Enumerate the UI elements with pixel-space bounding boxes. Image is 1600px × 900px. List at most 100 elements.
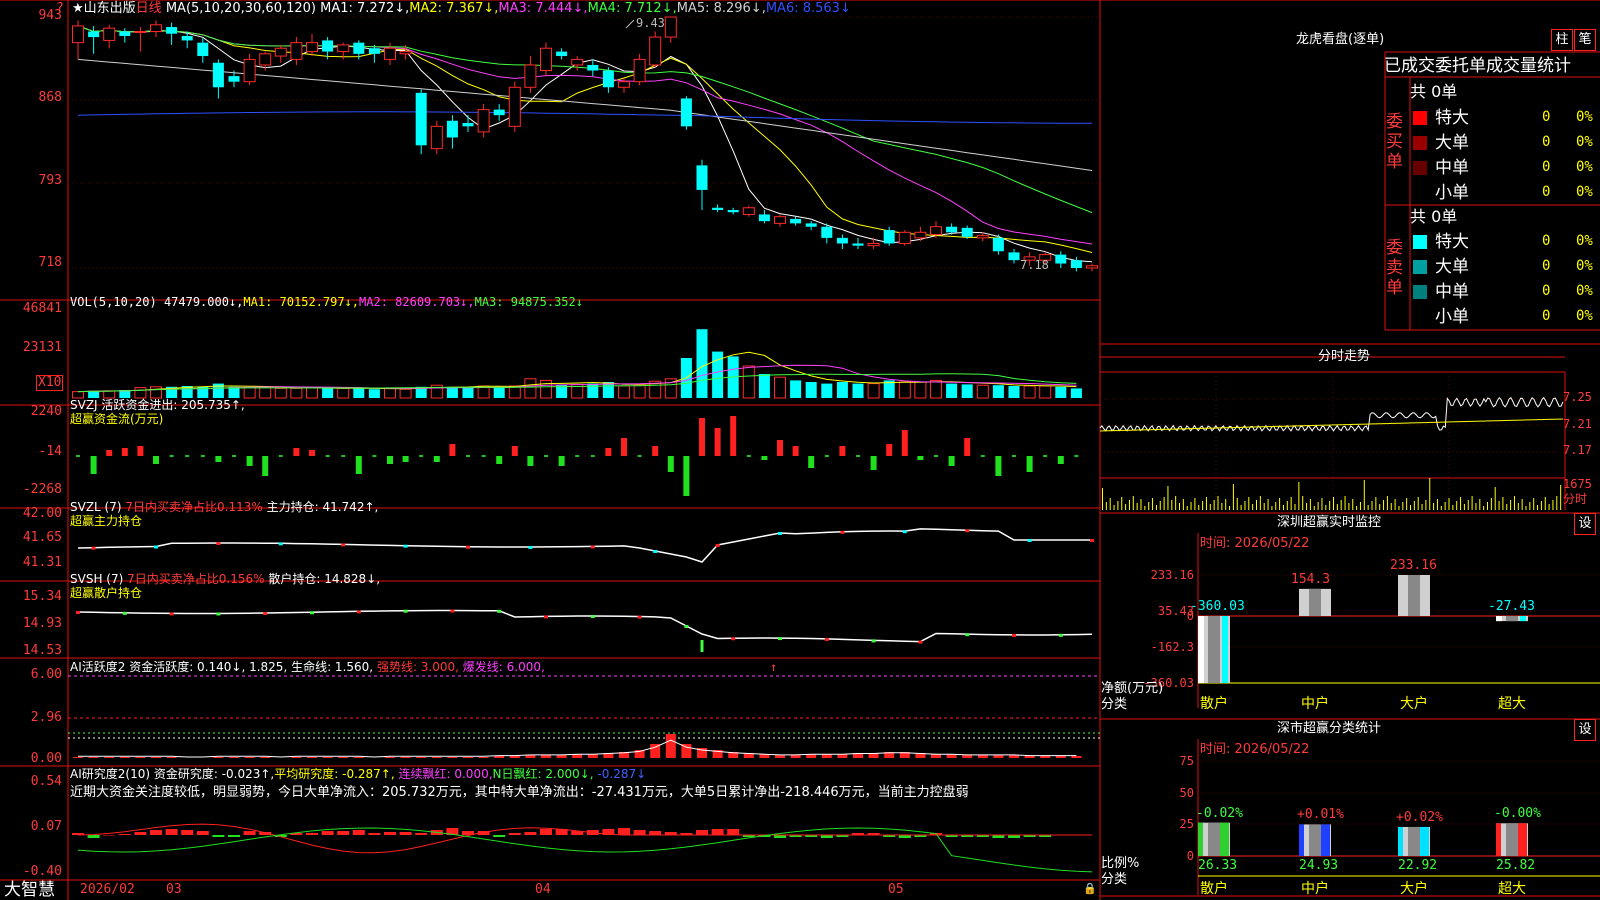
order-color-swatch — [1413, 260, 1427, 274]
order-size-label: 大单 — [1435, 133, 1469, 153]
order-size-label: 中单 — [1435, 282, 1469, 302]
flow-bar — [558, 456, 565, 466]
classify-settings-button[interactable]: 设 — [1574, 719, 1596, 741]
svsh-marker — [1012, 633, 1016, 637]
flow-bar — [527, 456, 534, 466]
volume-bar — [758, 374, 770, 398]
active-bar — [447, 757, 458, 758]
active-curve — [78, 739, 1077, 758]
svsh-marker — [122, 611, 127, 615]
active-bar — [400, 757, 411, 758]
candle-body — [556, 51, 568, 57]
intraday-volume-bar — [1548, 504, 1550, 510]
vol-unit-label: X10 — [36, 375, 64, 391]
svsh-subtitle: 超赢散户持仓 — [70, 586, 143, 600]
intraday-vol-unit: 分时 — [1563, 492, 1588, 506]
ai-research-axis-label: 0.54 — [30, 774, 62, 789]
intraday-volume-bar — [1417, 497, 1419, 510]
period-label[interactable]: 日线 — [136, 1, 162, 16]
order-count: 0 — [1542, 134, 1551, 150]
candle-body — [1086, 265, 1098, 269]
candle-body — [477, 109, 490, 133]
candle-body — [742, 207, 755, 215]
flow-bar — [901, 430, 908, 456]
chart-canvas[interactable] — [0, 0, 1600, 900]
candle-body — [1055, 254, 1067, 264]
research-bar — [118, 834, 131, 835]
intraday-volume-bar — [1467, 500, 1469, 510]
ma-value: MA2: 7.367↓, — [409, 1, 499, 16]
intraday-volume-bar — [1182, 499, 1184, 510]
intraday-volume-bar — [1194, 498, 1196, 510]
svsh-marker — [871, 639, 876, 643]
monitor-value-label: 233.16 — [1390, 558, 1437, 573]
research-bar — [399, 832, 412, 835]
flow-bar — [886, 444, 893, 456]
intraday-volume-bar — [1375, 497, 1377, 510]
intraday-volume-bar — [1244, 501, 1246, 510]
monitor-settings-button[interactable]: 设 — [1574, 513, 1596, 535]
research-bar — [649, 831, 662, 835]
classify-unit-label: 比例% — [1101, 856, 1140, 871]
order-count: 0 — [1542, 159, 1551, 175]
active-bar — [213, 757, 224, 758]
candle-body — [930, 226, 942, 236]
svzl-marker — [653, 550, 658, 553]
intraday-volume-bar — [1205, 497, 1207, 510]
volume-bar — [774, 376, 786, 399]
active-bar — [1024, 756, 1035, 758]
research-bar — [212, 835, 225, 837]
volume-bar — [852, 383, 864, 398]
order-percent: 0% — [1576, 109, 1593, 125]
high-price-label: 9.43 — [636, 16, 665, 30]
intraday-volume-bar — [1540, 501, 1542, 510]
order-count: 0 — [1542, 308, 1551, 324]
research-bar — [306, 833, 318, 835]
intraday-price-line — [1099, 396, 1564, 432]
intraday-volume-bar — [1152, 498, 1154, 510]
research-bar — [508, 833, 521, 835]
intraday-volume-bar — [1498, 501, 1500, 510]
volume-bar — [384, 387, 396, 399]
dragon-tabs[interactable]: 已成交委托单成交量统计 — [1384, 56, 1571, 76]
candle-body — [119, 31, 131, 36]
lock-icon[interactable]: 🔒 — [1083, 882, 1097, 896]
svzl-line — [77, 528, 1092, 563]
classify-bar-color — [1198, 822, 1203, 856]
price-axis-label: 793 — [38, 173, 62, 188]
flow-bar — [293, 448, 300, 456]
intraday-volume-bar — [1471, 496, 1473, 510]
intraday-volume-bar — [1344, 496, 1346, 510]
volume-bar — [540, 379, 552, 399]
volume-bar — [462, 386, 474, 398]
monitor-cat-label: 分类 — [1101, 697, 1128, 712]
intraday-title: 分时走势 — [1318, 349, 1371, 364]
svzl-marker — [528, 545, 533, 549]
active-bar — [977, 755, 988, 758]
stock-name[interactable]: 山东出版 — [84, 1, 136, 16]
flow-bar — [76, 455, 80, 457]
intraday-volume-bar — [1506, 504, 1508, 510]
bar-view-button[interactable]: 柱 — [1551, 29, 1573, 51]
flow-bar — [466, 455, 470, 457]
tick-view-button[interactable]: 笔 — [1574, 29, 1596, 51]
svzl-axis-label: 41.31 — [22, 555, 62, 570]
price-axis-label: 718 — [38, 255, 62, 270]
flow-bar — [1074, 455, 1079, 457]
flow-bar — [964, 438, 971, 456]
active-bar — [463, 757, 473, 758]
ai-research-axis-label: 0.07 — [30, 819, 62, 834]
ma-value: MA6: 8.563↓ — [765, 1, 851, 16]
classify-bar-shade — [1309, 824, 1321, 856]
intraday-volume-bar — [1225, 499, 1227, 510]
volume-bar — [524, 378, 537, 399]
flow-bar — [856, 455, 860, 457]
research-bar — [618, 828, 630, 835]
candle-body — [602, 70, 614, 88]
candle-body — [415, 92, 427, 146]
intraday-volume-bar — [1379, 504, 1381, 510]
favorite-star-icon[interactable]: ★ — [72, 1, 84, 16]
flow-bar — [481, 455, 486, 457]
intraday-volume-bar — [1383, 500, 1385, 510]
flow-bar — [121, 448, 128, 456]
